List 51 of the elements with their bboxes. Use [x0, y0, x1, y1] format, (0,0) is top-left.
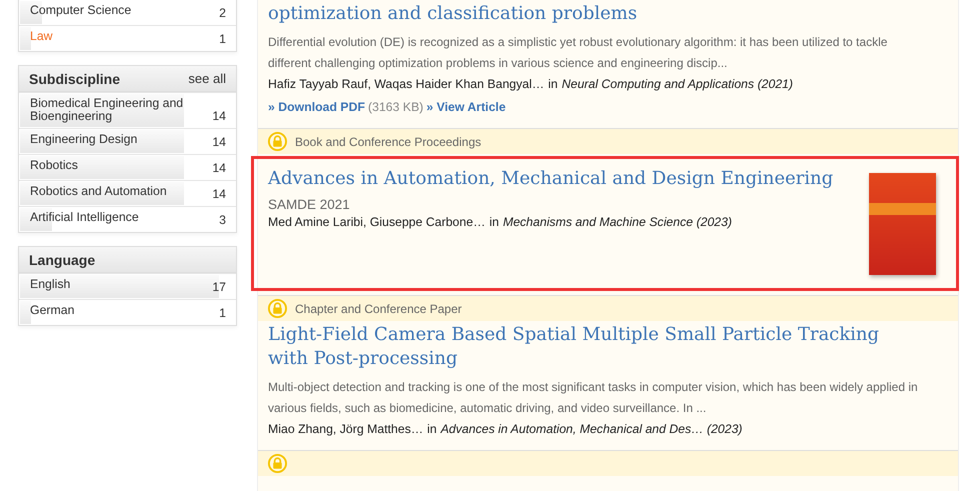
facet-item[interactable]: Computer Science 2: [19, 0, 236, 25]
facet-label: Computer Science: [30, 4, 132, 17]
in-label: in: [548, 77, 558, 91]
facet-count: 1: [219, 32, 226, 46]
facet-count: 2: [219, 6, 226, 20]
result-authors: Med Amine Laribi, Giuseppe Carbone…: [268, 215, 486, 229]
facet-count: 14: [212, 109, 226, 123]
result-subtitle: SAMDE 2021: [268, 197, 351, 212]
result-authors: Hafiz Tayyab Rauf, Waqas Haider Khan Bangyal…: [268, 77, 544, 91]
content-type-label: Book and Conference Proceedings: [295, 134, 482, 148]
result-title-link[interactable]: Light-Field Camera Based Spatial Multiple Small Particle Tracking with Post-processing: [268, 323, 908, 371]
facet-label: Engineering Design: [30, 133, 138, 146]
file-size: (3163 KB): [368, 100, 424, 114]
publication-link[interactable]: Neural Computing and Applications (2021): [562, 77, 793, 91]
facet-count: 14: [212, 161, 226, 175]
facet-label: German: [30, 304, 74, 317]
facet-count: 14: [212, 187, 226, 201]
facet-label: Artificial Intelligence: [30, 211, 139, 224]
publication-link[interactable]: Advances in Automation, Mechanical and Des… (2023): [440, 422, 742, 436]
facet-count: 1: [219, 306, 226, 320]
result-abstract: Multi-object detection and tracking is one of the most significant tasks in computer vision, which has been widely applied in various fields, such as biomedicine, automatic driving, and video surveillance. In ...: [268, 379, 918, 417]
facet-item[interactable]: Robotics 14: [19, 154, 236, 180]
book-cover-image[interactable]: [869, 173, 936, 275]
result-abstract: Differential evolution (DE) is recognized as a simplistic yet robust evolutionary algorithm: it has been utilized to tackle different challenging optimization problems in various science and engineering discip...: [268, 34, 888, 72]
facet-label: Robotics and Automation: [30, 185, 167, 198]
facet-count: 17: [212, 280, 226, 294]
in-label: in: [489, 215, 499, 229]
facet-title: Subdiscipline: [29, 70, 120, 86]
facet-label: Law: [30, 30, 53, 43]
facet-count: 14: [212, 135, 226, 149]
facet-label: Robotics: [30, 159, 78, 172]
in-label: in: [427, 422, 437, 436]
facet-item[interactable]: Engineering Design 14: [19, 128, 236, 154]
view-article-link[interactable]: » View Article: [426, 100, 506, 114]
facet-item[interactable]: Law 1: [19, 25, 236, 51]
result-title-link[interactable]: optimization and classification problems: [268, 2, 908, 26]
facet-item[interactable]: Robotics and Automation 14: [19, 180, 236, 206]
result-title-link[interactable]: Advances in Automation, Mechanical and Design Engineering: [268, 167, 869, 191]
publication-link[interactable]: Mechanisms and Machine Science (2023): [502, 215, 732, 229]
see-all-link[interactable]: see all: [188, 71, 226, 86]
facet-count: 3: [219, 213, 226, 227]
content-type-label: Chapter and Conference Paper: [295, 302, 462, 316]
download-pdf-link[interactable]: » Download PDF: [268, 100, 366, 114]
facet-label: English: [30, 278, 70, 291]
facet-item[interactable]: English 17: [19, 273, 236, 299]
facet-item[interactable]: Biomedical Engineering and Bioengineering 14: [19, 92, 236, 128]
facet-item[interactable]: Artificial Intelligence 3: [19, 206, 236, 232]
facet-title: Language: [29, 252, 96, 268]
facet-label: Biomedical Engineering and Bioengineering: [30, 97, 184, 123]
facet-item[interactable]: German 1: [19, 299, 236, 325]
result-authors: Miao Zhang, Jörg Matthes…: [268, 422, 424, 436]
